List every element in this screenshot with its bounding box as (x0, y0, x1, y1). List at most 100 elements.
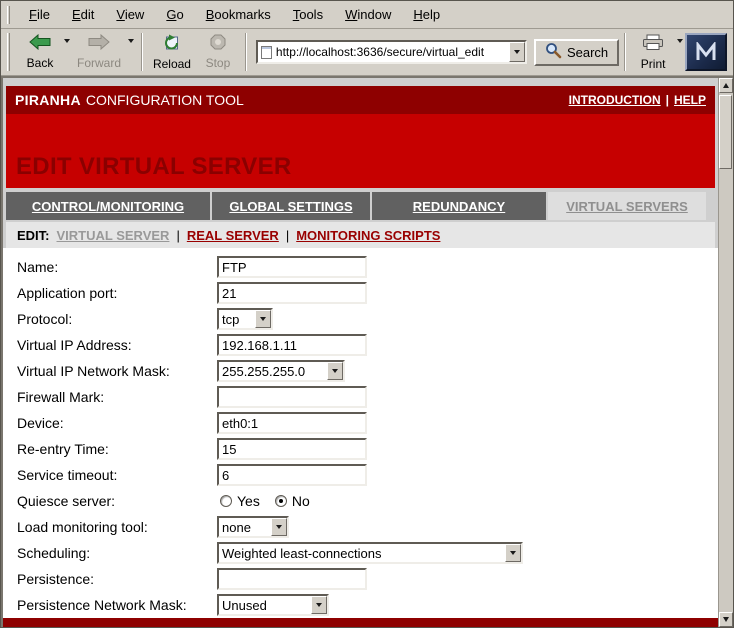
form-row-service-timeout: Service timeout: (17, 462, 718, 488)
subnav-real-server-link[interactable]: REAL SERVER (187, 228, 279, 243)
menu-go[interactable]: Go (155, 3, 194, 26)
form-row-virtual-ip-mask: Virtual IP Network Mask: 255.255.255.0 (17, 358, 718, 384)
stop-icon (210, 34, 226, 55)
persistence-mask-select[interactable]: Unused (217, 594, 329, 616)
arrow-down-icon (723, 617, 729, 622)
title-band: EDIT VIRTUAL SERVER (6, 114, 715, 188)
scroll-down-button[interactable] (719, 612, 733, 627)
scroll-up-button[interactable] (719, 78, 733, 93)
forward-button[interactable]: Forward (72, 31, 126, 73)
url-history-dropdown[interactable] (509, 42, 525, 62)
forward-dropdown-button[interactable] (126, 41, 136, 63)
help-link[interactable]: HELP (674, 93, 706, 107)
chevron-down-icon (327, 362, 343, 380)
menu-window[interactable]: Window (334, 3, 402, 26)
quiesce-no-label: No (292, 493, 310, 509)
search-icon (545, 42, 562, 62)
header-links: INTRODUCTION | HELP (569, 93, 706, 107)
virtual-ip-label: Virtual IP Address: (17, 337, 217, 353)
url-input[interactable] (276, 43, 509, 61)
search-button[interactable]: Search (534, 39, 619, 66)
reload-button[interactable]: Reload (148, 31, 196, 73)
device-input[interactable] (217, 412, 367, 434)
virtual-server-form: Name: Application port: Protocol: tcp Vi… (3, 248, 718, 618)
menubar: File Edit View Go Bookmarks Tools Window… (1, 1, 733, 29)
menu-help[interactable]: Help (402, 3, 451, 26)
form-row-quiesce: Quiesce server: Yes No (17, 488, 718, 514)
form-row-virtual-ip: Virtual IP Address: (17, 332, 718, 358)
chevron-down-icon (505, 544, 521, 562)
scrollbar-thumb[interactable] (719, 95, 732, 169)
load-monitoring-select[interactable]: none (217, 516, 289, 538)
virtual-ip-input[interactable] (217, 334, 367, 356)
reentry-time-input[interactable] (217, 438, 367, 460)
page-title: EDIT VIRTUAL SERVER (6, 153, 292, 188)
form-row-name: Name: (17, 254, 718, 280)
reload-icon (162, 34, 181, 56)
form-row-persistence: Persistence: (17, 566, 718, 592)
subnav-virtual-server-link[interactable]: VIRTUAL SERVER (57, 228, 170, 243)
print-icon (642, 34, 664, 56)
arrow-up-icon (723, 83, 729, 88)
quiesce-yes-radio[interactable] (220, 495, 232, 507)
subnav-monitoring-scripts-link[interactable]: MONITORING SCRIPTS (296, 228, 440, 243)
virtual-ip-mask-select[interactable]: 255.255.255.0 (217, 360, 345, 382)
tab-control-monitoring[interactable]: CONTROL/MONITORING (6, 192, 210, 220)
back-dropdown-button[interactable] (62, 41, 72, 63)
url-bar (256, 40, 527, 64)
form-row-reentry-time: Re-entry Time: (17, 436, 718, 462)
tab-global-settings[interactable]: GLOBAL SETTINGS (212, 192, 370, 220)
load-monitoring-label: Load monitoring tool: (17, 519, 217, 535)
form-row-load-monitoring: Load monitoring tool: none (17, 514, 718, 540)
chevron-down-icon (255, 310, 271, 328)
chevron-down-icon (128, 39, 134, 60)
persistence-input[interactable] (217, 568, 367, 590)
form-row-scheduling: Scheduling: Weighted least-connections (17, 540, 718, 566)
edit-subnav: EDIT: VIRTUAL SERVER | REAL SERVER | MON… (6, 222, 715, 248)
toolbar-grippy[interactable] (7, 33, 10, 71)
form-row-device: Device: (17, 410, 718, 436)
menu-file[interactable]: File (18, 3, 61, 26)
navigation-toolbar: Back Forward Reload Stop (1, 29, 733, 76)
scheduling-select[interactable]: Weighted least-connections (217, 542, 523, 564)
menubar-grippy[interactable] (7, 6, 10, 24)
application-port-label: Application port: (17, 285, 217, 301)
tab-virtual-servers[interactable]: VIRTUAL SERVERS (548, 192, 706, 220)
mozilla-throbber-logo[interactable] (685, 33, 727, 71)
vertical-scrollbar[interactable] (718, 78, 733, 627)
stop-button[interactable]: Stop (196, 31, 240, 73)
menu-tools[interactable]: Tools (282, 3, 334, 26)
back-button[interactable]: Back (18, 31, 62, 73)
page-proxy-icon[interactable] (261, 46, 272, 59)
subnav-prefix: EDIT: (17, 228, 50, 243)
firewall-mark-input[interactable] (217, 386, 367, 408)
content-viewport: PIRANHACONFIGURATION TOOL INTRODUCTION |… (1, 76, 733, 627)
scrollbar-track[interactable] (719, 93, 733, 612)
persistence-label: Persistence: (17, 571, 217, 587)
form-row-persistence-mask: Persistence Network Mask: Unused (17, 592, 718, 618)
name-input[interactable] (217, 256, 367, 278)
device-label: Device: (17, 415, 217, 431)
persistence-mask-label: Persistence Network Mask: (17, 597, 217, 613)
piranha-header-bar: PIRANHACONFIGURATION TOOL INTRODUCTION |… (6, 86, 715, 114)
print-dropdown-button[interactable] (675, 41, 685, 63)
service-timeout-input[interactable] (217, 464, 367, 486)
application-port-input[interactable] (217, 282, 367, 304)
print-button[interactable]: Print (631, 31, 675, 73)
quiesce-no-radio[interactable] (275, 495, 287, 507)
menu-bookmarks[interactable]: Bookmarks (195, 3, 282, 26)
menu-edit[interactable]: Edit (61, 3, 105, 26)
protocol-select[interactable]: tcp (217, 308, 273, 330)
scheduling-label: Scheduling: (17, 545, 217, 561)
browser-window: File Edit View Go Bookmarks Tools Window… (0, 0, 734, 628)
introduction-link[interactable]: INTRODUCTION (569, 93, 661, 107)
quiesce-yes-label: Yes (237, 493, 260, 509)
form-row-firewall-mark: Firewall Mark: (17, 384, 718, 410)
link-separator: | (666, 93, 669, 107)
menu-view[interactable]: View (105, 3, 155, 26)
toolbar-separator (141, 33, 143, 71)
quiesce-label: Quiesce server: (17, 493, 217, 509)
chevron-down-icon (64, 39, 70, 60)
reentry-time-label: Re-entry Time: (17, 441, 217, 457)
tab-redundancy[interactable]: REDUNDANCY (372, 192, 546, 220)
